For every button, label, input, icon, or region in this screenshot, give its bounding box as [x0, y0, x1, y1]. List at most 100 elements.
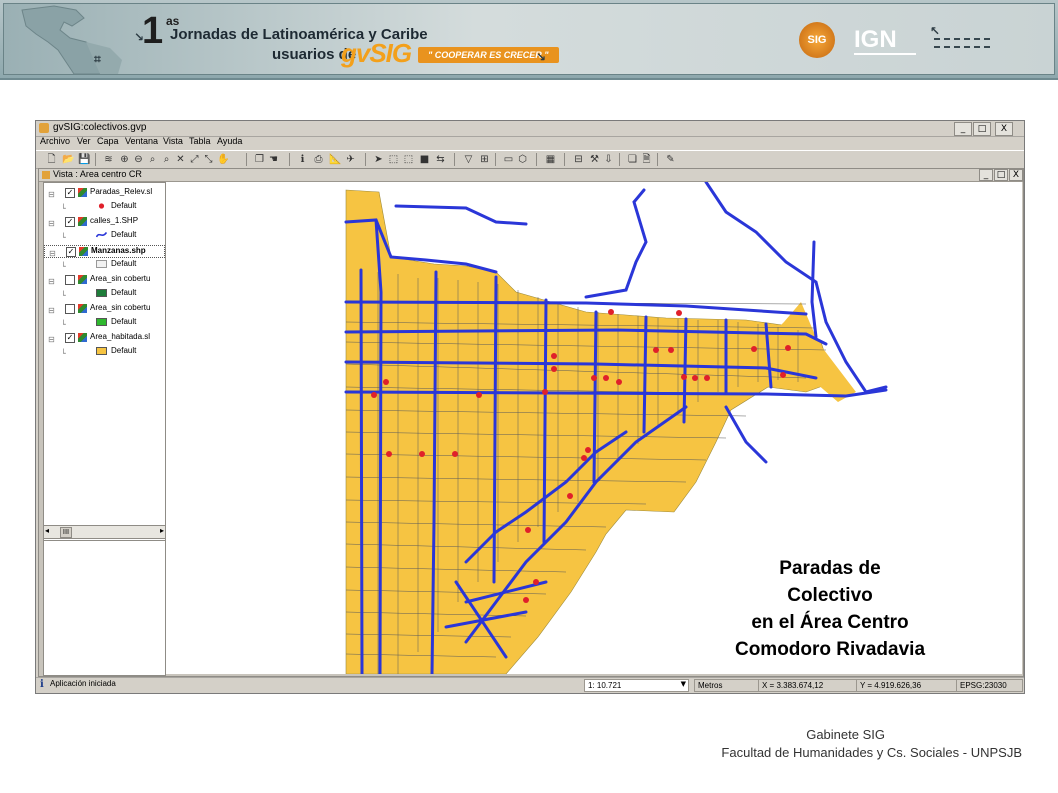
bus-stop-point: [452, 451, 458, 457]
view-titlebar[interactable]: Vista : Area centro CR _ □ X: [39, 169, 1023, 182]
zoom-select-icon[interactable]: ⌕: [161, 154, 172, 165]
street-line: [810, 240, 818, 339]
bus-stop-point: [608, 309, 614, 315]
menu-archivo[interactable]: Archivo: [40, 136, 70, 146]
filter-icon[interactable]: ▽: [463, 154, 474, 165]
toc-horizontal-scrollbar[interactable]: ◂ III ▸: [43, 525, 166, 539]
new-file-icon[interactable]: 🗋: [46, 154, 57, 165]
toc-layer-row[interactable]: ⊟ ✓ Paradas_Relev.sl: [44, 187, 165, 199]
measure-icon[interactable]: 📐: [329, 154, 341, 165]
tree-branch: └: [61, 320, 66, 329]
layers-icon[interactable]: ≋: [103, 154, 114, 165]
menu-ventana[interactable]: Ventana: [125, 136, 158, 146]
zoom-previous-icon[interactable]: ⌕: [147, 154, 158, 165]
layer-checkbox[interactable]: [65, 304, 75, 314]
tree-expander[interactable]: ⊟: [49, 249, 56, 258]
menu-ver[interactable]: Ver: [77, 136, 91, 146]
menu-ayuda[interactable]: Ayuda: [217, 136, 242, 146]
menu-vista[interactable]: Vista: [163, 136, 183, 146]
layer-checkbox[interactable]: ✓: [65, 188, 75, 198]
tree-expander[interactable]: ⊟: [48, 335, 55, 344]
caption-line4: Comodoro Rivadavia: [734, 639, 926, 660]
status-message: Aplicación iniciada: [50, 679, 116, 688]
grid-icon[interactable]: ⊟: [573, 154, 584, 165]
copy-icon[interactable]: ❐: [254, 154, 265, 165]
epsg-code: EPSG:23030: [956, 679, 1023, 692]
caption-line2: Colectivo: [787, 585, 873, 606]
edit-icon[interactable]: ✎: [665, 154, 676, 165]
toc-layer-row[interactable]: ⊟ ✓ Area_habitada.sl: [44, 332, 165, 344]
tree-expander[interactable]: ⊟: [48, 190, 55, 199]
bus-stop-point: [542, 389, 548, 395]
gvsig-app-icon: [39, 123, 49, 133]
layer-checkbox[interactable]: [65, 275, 75, 285]
legend-label: Default: [111, 288, 137, 297]
pan-icon[interactable]: ☚: [268, 154, 279, 165]
bus-stop-point: [692, 375, 698, 381]
full-extent-icon[interactable]: ✕: [175, 154, 186, 165]
maximize-button[interactable]: □: [973, 122, 991, 136]
zoom-layer-icon[interactable]: ⤡: [203, 154, 214, 165]
pan-hand-icon[interactable]: ✋: [217, 154, 229, 165]
info-icon[interactable]: ℹ: [297, 154, 308, 165]
document-icon[interactable]: 🗎: [641, 154, 652, 165]
legend-label: Default: [111, 201, 137, 210]
area-icon[interactable]: ✈: [345, 154, 356, 165]
close-button[interactable]: X: [995, 122, 1013, 136]
scroll-left-icon[interactable]: ◂: [45, 526, 49, 535]
print-icon[interactable]: ⎙: [313, 154, 324, 165]
view-close-button[interactable]: X: [1009, 169, 1023, 181]
select-poly-icon[interactable]: ⬚: [403, 154, 414, 165]
minimize-button[interactable]: _: [954, 122, 972, 136]
layer-checkbox[interactable]: ✓: [66, 247, 76, 257]
street-line: [542, 298, 548, 544]
select-arrow-icon[interactable]: ➤: [373, 154, 384, 165]
tree-expander[interactable]: ⊟: [48, 306, 55, 315]
invert-selection-icon[interactable]: ⇆: [435, 154, 446, 165]
street-line: [492, 275, 498, 584]
toc-layer-row[interactable]: ⊟ Area_sin cobertu: [44, 274, 165, 286]
tools-icon[interactable]: ⚒: [589, 154, 600, 165]
scroll-right-icon[interactable]: ▸: [160, 526, 164, 535]
attribute-icon[interactable]: ⊞: [479, 154, 490, 165]
view-minimize-button[interactable]: _: [979, 169, 993, 181]
open-folder-icon[interactable]: 📂: [62, 154, 74, 165]
zoom-out-icon[interactable]: ⊖: [133, 154, 144, 165]
export-icon[interactable]: ⇩: [603, 154, 614, 165]
tree-expander[interactable]: ⊟: [48, 219, 55, 228]
select-rect-icon[interactable]: ⬚: [388, 154, 399, 165]
street-line: [584, 188, 648, 299]
layer-checkbox[interactable]: ✓: [65, 217, 75, 227]
toc-layer-row[interactable]: ⊟ ✓ calles_1.SHP: [44, 216, 165, 228]
layout-icon[interactable]: ❏: [627, 154, 638, 165]
select-all-icon[interactable]: ■: [419, 154, 430, 165]
toolbar-separator: [454, 153, 455, 166]
layer-name: Area_sin cobertu: [90, 303, 151, 312]
scroll-thumb[interactable]: III: [60, 527, 72, 538]
toc-layer-row[interactable]: ⊟ Area_sin cobertu: [44, 303, 165, 315]
view-maximize-button[interactable]: □: [994, 169, 1008, 181]
legend-label: Default: [111, 259, 137, 268]
polygon-symbol-icon: [96, 318, 107, 326]
tree-expander[interactable]: ⊟: [48, 277, 55, 286]
menu-capa[interactable]: Capa: [97, 136, 119, 146]
table-icon[interactable]: ▦: [545, 154, 556, 165]
layer-type-icon: [78, 304, 87, 313]
ign-underline: [854, 53, 916, 55]
layer-checkbox[interactable]: ✓: [65, 333, 75, 343]
toolbar-separator: [95, 153, 96, 166]
toc-layer-row-selected[interactable]: ⊟ ✓ Manzanas.shp: [44, 245, 165, 258]
window-titlebar[interactable]: gvSIG:colectivos.gvp _ □ X: [36, 121, 1024, 137]
polygon-icon[interactable]: ⬡: [517, 154, 528, 165]
menu-tabla[interactable]: Tabla: [189, 136, 211, 146]
point-symbol-icon: [98, 203, 105, 209]
zoom-in-icon[interactable]: ⊕: [119, 154, 130, 165]
layer-type-icon: [78, 333, 87, 342]
save-icon[interactable]: 💾: [78, 154, 90, 165]
scale-selector[interactable]: 1: 10.721 ▼: [584, 679, 689, 692]
rectangle-icon[interactable]: ▭: [503, 154, 514, 165]
layer-type-icon: [79, 247, 88, 256]
chevron-down-icon[interactable]: ▼: [681, 680, 686, 688]
toolbar-separator: [365, 153, 366, 166]
zoom-extent-icon[interactable]: ⤢: [189, 154, 200, 165]
